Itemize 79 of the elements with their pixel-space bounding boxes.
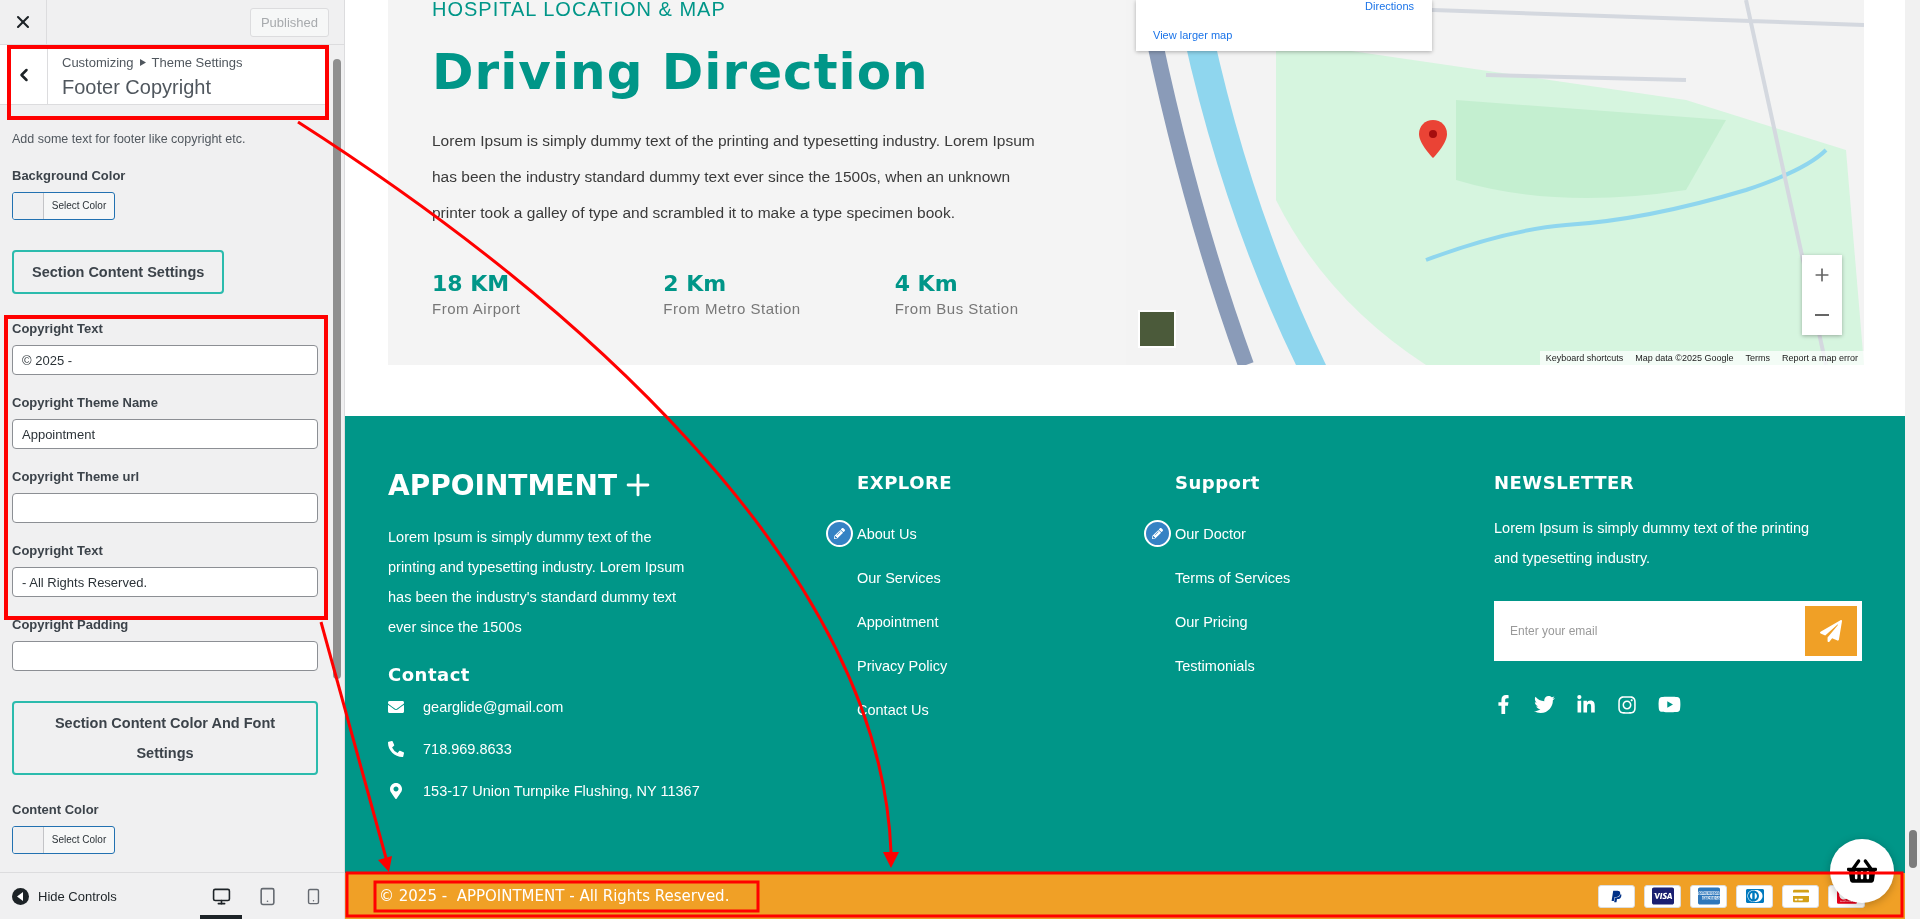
brand-logo[interactable]: APPOINTMENT <box>388 468 617 502</box>
edit-pencil-icon[interactable] <box>1144 520 1171 547</box>
select-color-button[interactable]: Select Color <box>12 826 115 854</box>
control-label: Content Color <box>12 801 100 819</box>
payment-card-icon <box>1690 884 1727 908</box>
section-button[interactable]: Section Content Settings <box>12 250 225 294</box>
payment-card-icon <box>1598 884 1635 908</box>
footer-link[interactable]: About Us <box>857 523 1175 545</box>
paper-plane-icon <box>1820 620 1842 642</box>
envelope-icon <box>388 699 404 715</box>
basket-icon <box>1847 856 1877 886</box>
attribution-link[interactable]: Keyboard shortcuts <box>1545 351 1624 365</box>
section-title: Driving Direction <box>432 43 930 101</box>
caret-icon <box>139 59 146 66</box>
linkedin-icon[interactable] <box>1576 694 1596 715</box>
payment-card-icon <box>1644 884 1681 908</box>
payment-card-icon <box>1736 884 1773 908</box>
text-input[interactable] <box>12 641 318 671</box>
text-input[interactable]: - All Rights Reserved. <box>12 567 318 597</box>
footer-link[interactable]: Our Pricing <box>1175 611 1494 633</box>
footer-link[interactable]: Testimonials <box>1175 655 1494 677</box>
edit-pencil-icon[interactable] <box>826 520 853 547</box>
satellite-thumbnail[interactable] <box>1138 310 1176 348</box>
footer-column-heading: Support <box>1175 472 1261 493</box>
payment-card-icon <box>1782 884 1819 908</box>
footer-link[interactable]: Appointment <box>857 611 1175 633</box>
hide-controls-button[interactable]: Hide Controls <box>12 887 117 905</box>
attribution-link[interactable]: Report a map error <box>1781 351 1858 365</box>
text-input[interactable] <box>12 493 318 523</box>
control-label: Copyright Text <box>12 320 104 338</box>
distance-value: 4 Km <box>894 271 959 296</box>
minus-icon <box>1815 314 1829 316</box>
newsletter-form[interactable]: Enter your email <box>1494 601 1862 661</box>
view-larger-map-link[interactable]: View larger map <box>1153 29 1233 41</box>
zoom-in-button[interactable] <box>1802 255 1842 295</box>
control-label: Copyright Theme Name <box>12 394 159 412</box>
control-label: Copyright Theme url <box>12 468 141 486</box>
footer-link[interactable]: Terms of Services <box>1175 567 1494 589</box>
text-input[interactable]: © 2025 - <box>12 345 318 375</box>
panel-description: Add some text for footer like copyright etc. <box>12 132 247 146</box>
distance-value: 2 Km <box>663 271 728 296</box>
newsletter-text: Lorem Ipsum is simply dummy text of the printing and typesetting industry. <box>1494 519 1811 568</box>
directions-link[interactable]: Directions <box>1365 0 1414 12</box>
distance-value: 18 KM <box>432 271 511 296</box>
section-eyebrow: HOSPITAL LOCATION & MAP <box>432 0 727 21</box>
contact-text: 718.969.8633 <box>423 741 512 757</box>
map-pin-icon <box>388 783 404 799</box>
circle-arrow-left-icon <box>12 887 29 905</box>
breadcrumb-item: Customizing <box>62 55 134 70</box>
footer-link[interactable]: Our Doctor <box>1175 523 1494 545</box>
instagram-icon[interactable] <box>1617 694 1637 715</box>
distance-label: From Airport <box>432 300 522 317</box>
text-input[interactable]: Appointment <box>12 419 318 449</box>
footer-about-text: Lorem Ipsum is simply dummy text of the printing and typesetting industry. Lorem Ipsum has been the industry's standard dummy text ever since the 1500s <box>388 528 686 637</box>
distance-label: From Bus Station <box>894 300 1020 317</box>
send-button[interactable] <box>1805 606 1857 656</box>
select-color-button[interactable]: Select Color <box>12 192 115 220</box>
newsletter-heading: NEWSLETTER <box>1494 472 1636 493</box>
copyright-text: © 2025 - APPOINTMENT - All Rights Reserved. <box>379 887 730 905</box>
attribution-link[interactable]: Map data ©2025 Google <box>1635 351 1734 365</box>
footer-column-heading: EXPLORE <box>857 472 954 493</box>
control-label: Copyright Padding <box>12 616 130 634</box>
footer-link[interactable]: Privacy Policy <box>857 655 1175 677</box>
control-label: Background Color <box>12 167 127 185</box>
contact-text: gearglide@gmail.com <box>423 699 564 715</box>
panel-title: Footer Copyright <box>62 76 212 99</box>
desktop-icon <box>211 886 231 906</box>
contact-text: 153-17 Union Turnpike Flushing, NY 11367 <box>423 783 700 799</box>
page-scrollbar[interactable] <box>1905 0 1920 919</box>
tablet-icon <box>257 886 277 906</box>
breadcrumb-item: Theme Settings <box>151 55 243 70</box>
control-label: Copyright Text <box>12 542 104 560</box>
footer-link[interactable]: Our Services <box>857 567 1175 589</box>
section-button[interactable]: Section Content Color And Font Settings <box>12 701 318 775</box>
distance-label: From Metro Station <box>663 300 802 317</box>
attribution-link[interactable]: Terms <box>1745 351 1770 365</box>
phone-icon <box>388 741 404 757</box>
contact-heading: Contact <box>388 664 471 685</box>
twitter-icon[interactable] <box>1534 694 1555 715</box>
